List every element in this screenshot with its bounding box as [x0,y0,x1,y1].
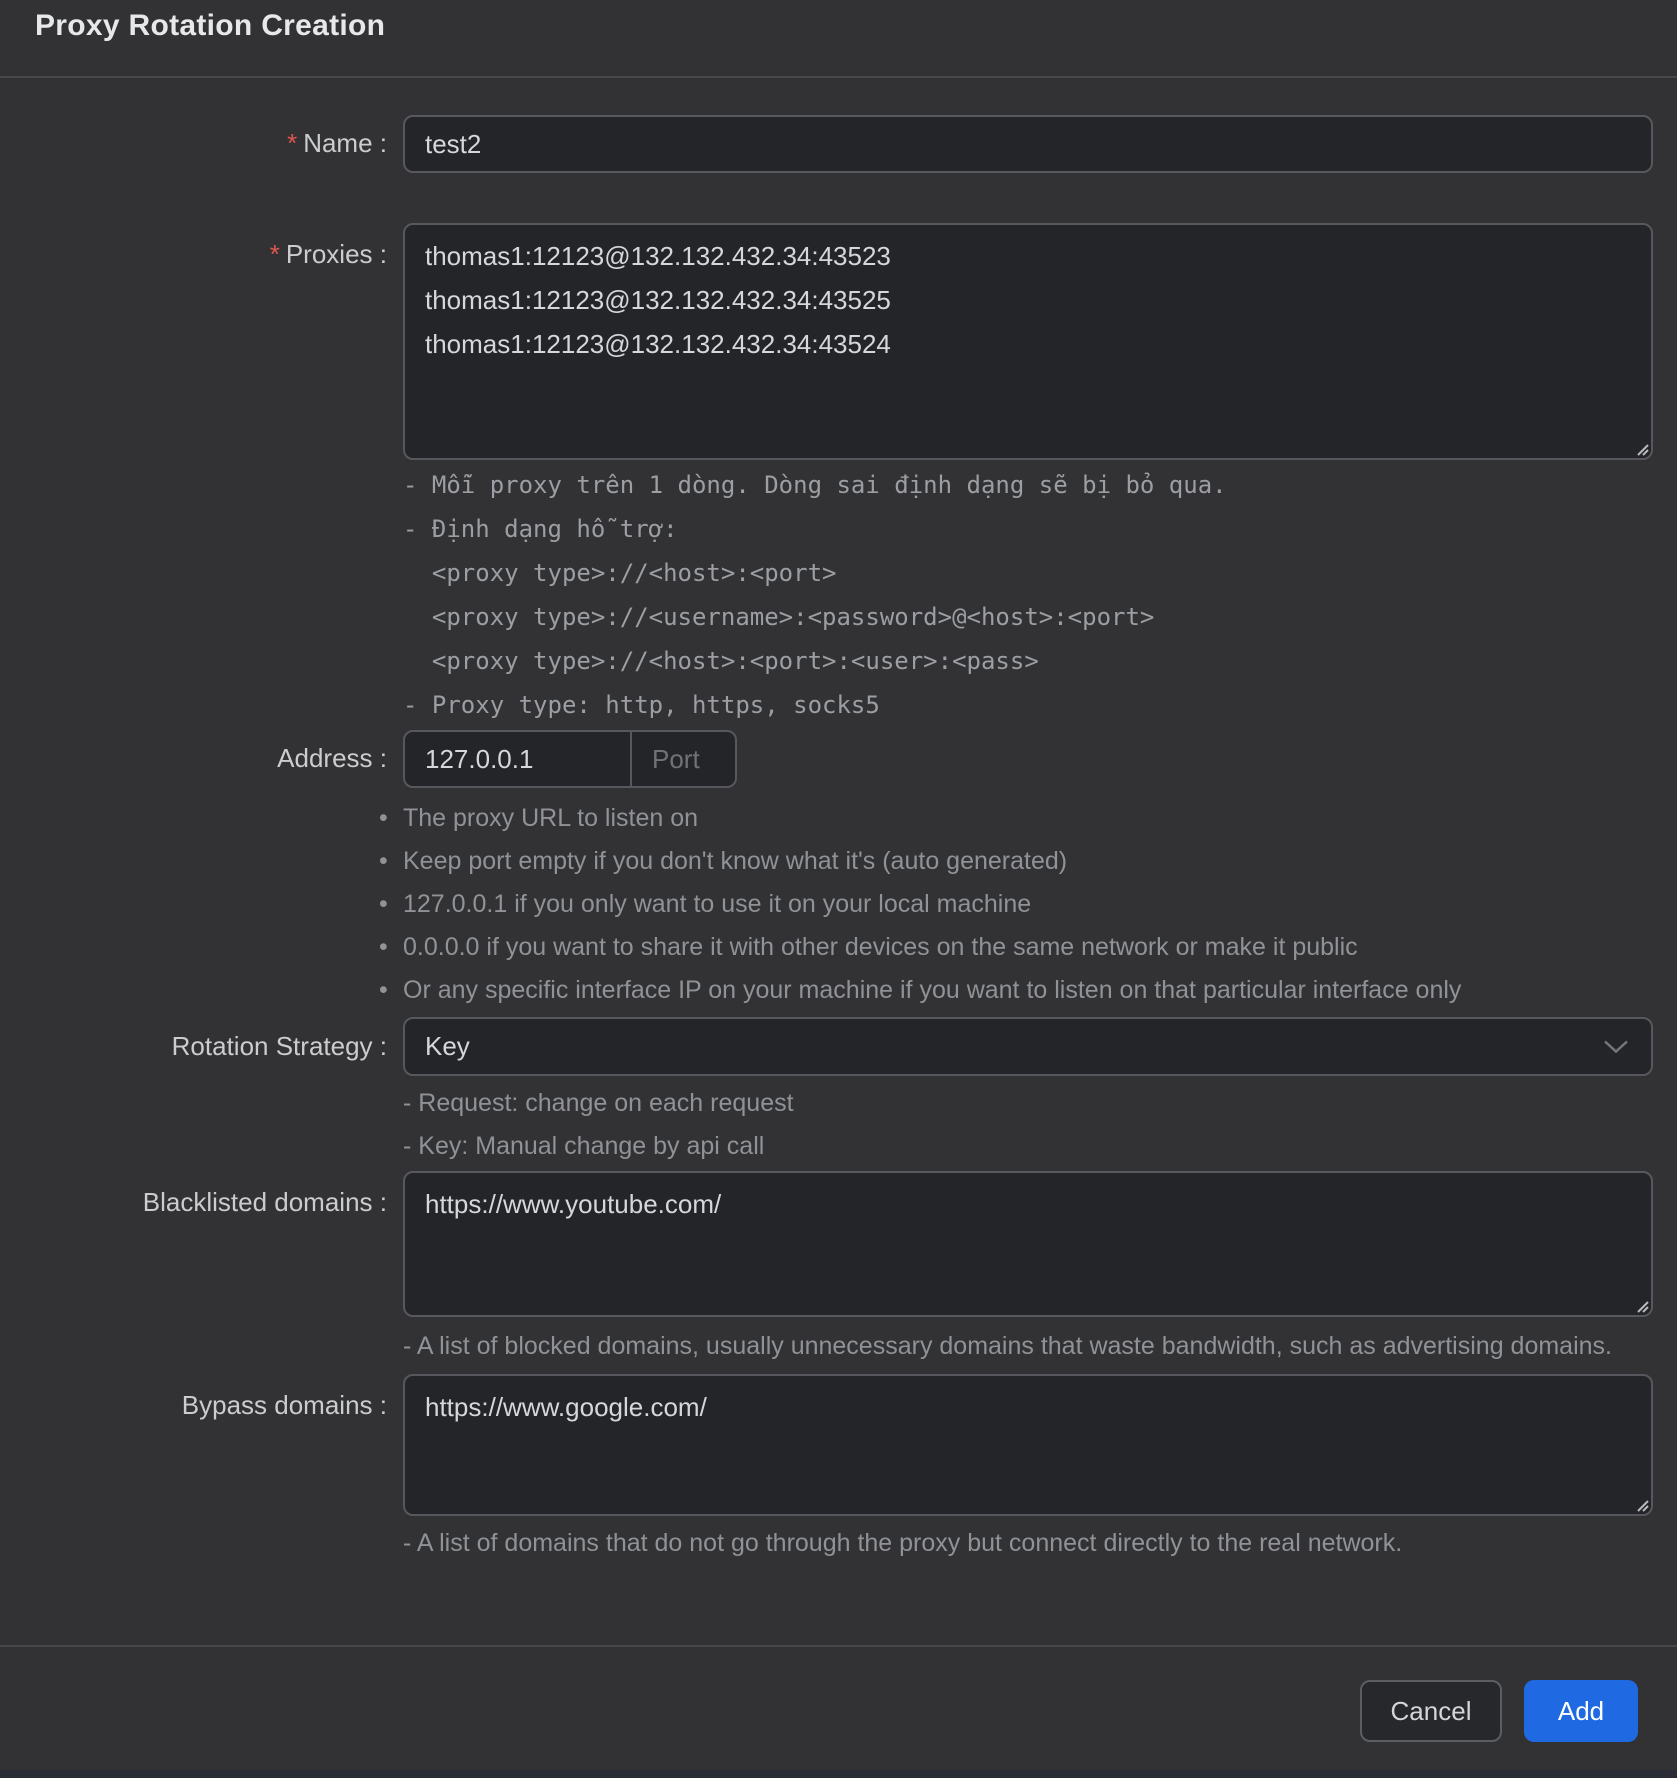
help-line: - Mỗi proxy trên 1 dòng. Dòng sai định d… [403,463,1653,507]
resize-grip-icon[interactable] [1633,1496,1649,1512]
add-button[interactable]: Add [1524,1680,1638,1742]
rotation-strategy-label: Rotation Strategy : [0,1017,403,1062]
help-bullet: The proxy URL to listen on [403,797,1653,840]
required-marker: * [287,128,297,158]
dialog-header: Proxy Rotation Creation [0,0,1677,78]
proxies-textarea[interactable]: thomas1:12123@132.132.432.34:43523 thoma… [403,223,1653,460]
bypass-domains-row: Bypass domains : https://www.google.com/… [0,1374,1677,1565]
help-line: - Proxy type: http, https, socks5 [403,683,1653,727]
bypass-domains-textarea[interactable]: https://www.google.com/ [403,1374,1653,1516]
rotation-strategy-row: Rotation Strategy : Key - Request: chang… [0,1017,1677,1168]
address-label-text: Address : [277,743,387,773]
address-input[interactable] [405,732,630,786]
proxies-row: *Proxies : thomas1:12123@132.132.432.34:… [0,223,1677,727]
name-row: *Name : [0,115,1677,173]
dialog-footer: Cancel Add [0,1645,1677,1770]
proxies-format-help: - Mỗi proxy trên 1 dòng. Dòng sai định d… [403,463,1653,727]
name-input[interactable] [403,115,1653,173]
bottom-edge-strip [0,1770,1677,1778]
resize-grip-icon[interactable] [1633,1297,1649,1313]
address-input-group [403,730,737,788]
required-marker: * [270,239,280,269]
blacklisted-domains-label-text: Blacklisted domains : [143,1187,387,1217]
blacklisted-domains-help: - A list of blocked domains, usually unn… [403,1325,1653,1368]
help-bullet: 127.0.0.1 if you only want to use it on … [403,883,1653,926]
proxy-rotation-form: *Name : *Proxies : thomas1:12123@132.132… [0,78,1677,1565]
page-title: Proxy Rotation Creation [35,9,1677,43]
blacklisted-domains-label: Blacklisted domains : [0,1171,403,1218]
bypass-domains-label: Bypass domains : [0,1374,403,1421]
help-line: <proxy type>://<host>:<port> [403,551,1653,595]
rotation-strategy-select[interactable]: Key [403,1017,1653,1076]
blacklisted-domains-textarea[interactable]: https://www.youtube.com/ [403,1171,1653,1317]
help-line: <proxy type>://<host>:<port>:<user>:<pas… [403,639,1653,683]
rotation-strategy-label-text: Rotation Strategy : [172,1031,387,1061]
proxy-rotation-dialog: Proxy Rotation Creation *Name : *Proxies… [0,0,1677,1565]
help-line: <proxy type>://<username>:<password>@<ho… [403,595,1653,639]
bypass-domains-help: - A list of domains that do not go throu… [403,1522,1653,1565]
resize-grip-icon[interactable] [1633,440,1649,456]
rotation-strategy-help: - Request: change on each request - Key:… [403,1082,1653,1168]
name-label: *Name : [0,115,403,159]
help-bullet: Or any specific interface IP on your mac… [403,969,1653,1012]
address-help-list: The proxy URL to listen on Keep port emp… [403,797,1653,1012]
help-bullet: 0.0.0.0 if you want to share it with oth… [403,926,1653,969]
help-line: - Request: change on each request [403,1082,1653,1125]
address-label: Address : [0,730,403,774]
bypass-domains-label-text: Bypass domains : [182,1390,387,1420]
address-row: Address : The proxy URL to listen on Kee… [0,730,1677,1012]
blacklisted-domains-row: Blacklisted domains : https://www.youtub… [0,1171,1677,1368]
proxies-label: *Proxies : [0,223,403,270]
rotation-strategy-value: Key [425,1031,470,1062]
help-line: - Định dạng hỗ trợ: [403,507,1653,551]
proxies-label-text: Proxies : [286,239,387,269]
chevron-down-icon [1603,1039,1629,1054]
port-input[interactable] [630,732,735,786]
cancel-button[interactable]: Cancel [1360,1680,1502,1742]
name-label-text: Name : [303,128,387,158]
help-line: - Key: Manual change by api call [403,1125,1653,1168]
help-bullet: Keep port empty if you don't know what i… [403,840,1653,883]
